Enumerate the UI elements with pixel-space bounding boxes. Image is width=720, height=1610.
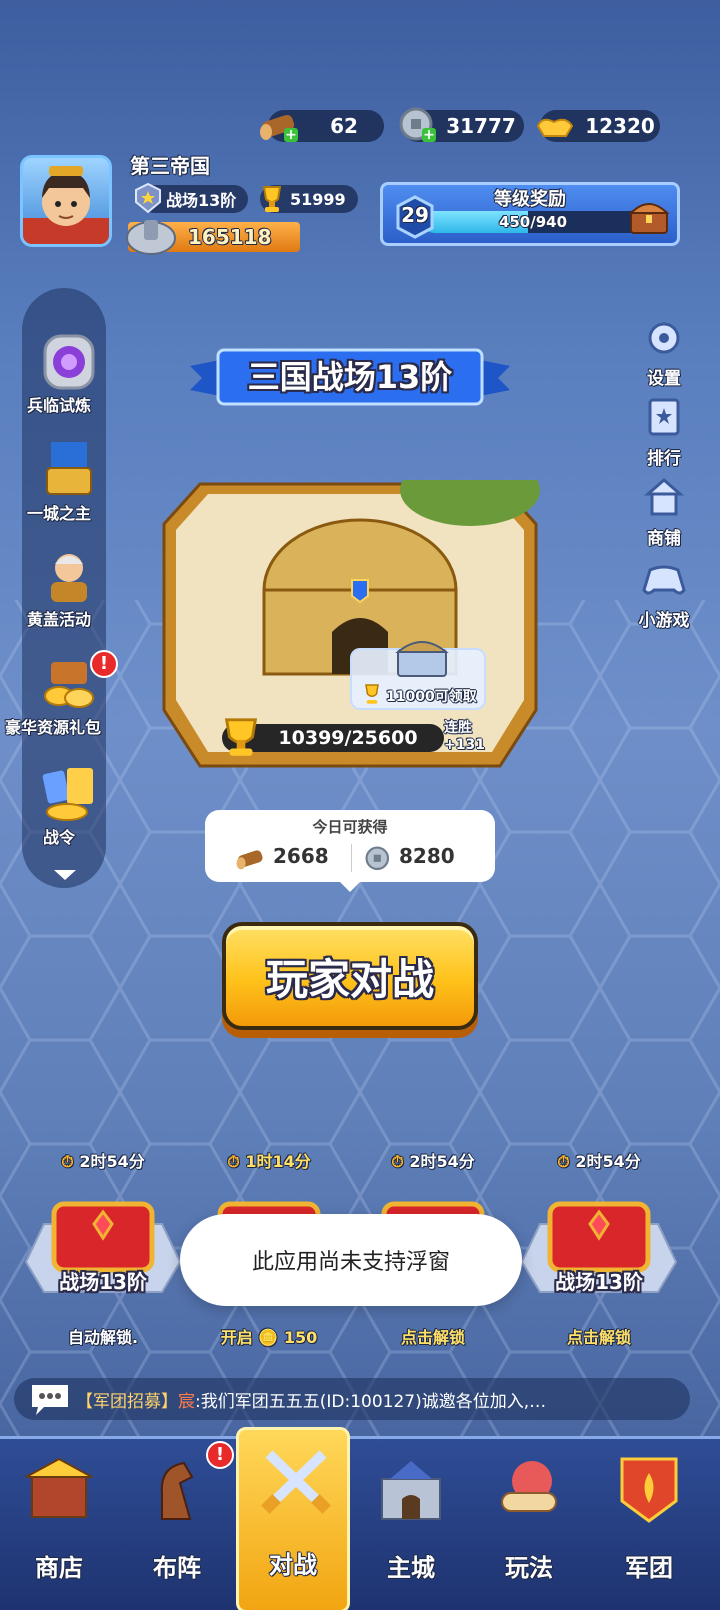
system-toast: 此应用尚未支持浮窗 [180,1214,522,1306]
level-reward-panel[interactable]: 等级奖励 450/940 29 [380,182,680,246]
arena-title: 三国战场13阶 [247,358,453,396]
nav-shop[interactable]: 商店 [0,1439,118,1610]
daily-earnings-panel: 今日可获得 2668 8280 [205,810,495,882]
shop-stall-icon [25,1457,93,1518]
treasure-chest-icon [628,203,670,234]
add-coin-button[interactable]: + [422,128,436,142]
nav-battle[interactable]: 对战 [236,1427,350,1610]
silver-chest-icon [395,641,449,677]
gamepad-icon [642,565,686,595]
divider [351,844,352,872]
sidebar-item-city-lord[interactable]: 一城之主 [4,438,114,524]
rank-pill[interactable]: 战场13阶 [135,182,249,214]
combat-power-icon [126,220,176,255]
menu-shop[interactable]: 商铺 [632,478,696,549]
sidebar-item-huanggai-event[interactable]: 黄盖活动 [4,544,114,630]
level-progress-text: 450/940 [498,213,568,231]
menu-settings[interactable]: 设置 [632,318,696,389]
rank-star-icon [135,182,161,214]
warrior-icon [51,554,87,602]
player-name: 第三帝国 [130,154,210,178]
throne-icon [46,442,92,495]
combat-power-bar: 165118 [126,220,300,255]
trophy-reward-claim[interactable]: 11000可领取 [350,641,486,710]
stopwatch-icon: ⏱ [227,1152,240,1171]
trophy-icon [262,186,282,212]
crossed-swords-icon [261,1450,331,1514]
sidebar-item-trial[interactable]: 兵临试炼 [4,330,114,416]
large-trophy-icon [224,718,258,756]
battle-pass-icon [42,768,93,821]
stopwatch-icon: ⏱ [557,1152,570,1171]
portal-icon [43,334,95,390]
shop-icon [644,478,684,516]
chest-slot-4[interactable]: ⏱ 2时54分 战场13阶 点击解锁 [518,1148,680,1347]
nav-legion[interactable]: 军团 [590,1439,708,1610]
gold-ingot-icon [536,118,574,137]
city-gate-icon [381,1461,441,1520]
player-avatar[interactable] [20,155,112,247]
chat-sender: 宸 [178,1391,195,1412]
horse-piece-icon [160,1461,194,1520]
tooltip-pointer [338,880,362,892]
wood-log-icon [236,850,263,870]
trophy-icon [365,684,379,704]
player-battle-button[interactable]: 玩家对战 [222,922,478,1030]
ranking-icon [648,398,680,436]
scroll-icon [501,1461,557,1512]
stopwatch-icon: ⏱ [391,1152,404,1171]
gear-icon [648,322,680,354]
chat-bubble-icon [32,1385,68,1415]
chat-message: :我们军团五五五(ID:100127)诚邀各位加入,… [195,1391,547,1412]
nav-main-city[interactable]: 主城 [352,1439,470,1610]
menu-ranking[interactable]: 排行 [632,398,696,469]
legion-flag-icon [620,1457,678,1523]
bottom-nav: 商店 布阵 ! 对战 主城 玩法 军团 [0,1427,720,1610]
trophy-pill[interactable]: 51999 [260,185,358,213]
level-progress-bar: 450/940 [423,211,643,233]
menu-minigame[interactable]: 小游戏 [632,560,696,631]
chest-slot-1[interactable]: ⏱ 2时54分 战场13阶 自动解锁. [22,1148,184,1347]
stopwatch-icon: ⏱ [61,1152,74,1171]
chat-ticker[interactable]: 【军团招募】 宸 :我们军团五五五(ID:100127)诚邀各位加入,… [14,1378,690,1420]
gold-ingot-icon: 🪙 [258,1328,279,1347]
add-wood-button[interactable]: + [284,128,298,142]
chat-channel: 【军团招募】 [76,1391,178,1412]
nav-gameplay[interactable]: 玩法 [470,1439,588,1610]
win-streak: 连胜 +131 [444,720,485,753]
sidebar-expand-icon[interactable] [52,868,78,882]
warlord-portrait-icon [23,166,109,244]
level-number: 29 [401,203,429,227]
formation-alert-badge: ! [206,1441,234,1469]
copper-coin-icon [365,846,390,871]
deluxe-pack-alert-badge: ! [90,650,118,678]
sidebar-item-battle-pass[interactable]: 战令 [4,762,114,848]
